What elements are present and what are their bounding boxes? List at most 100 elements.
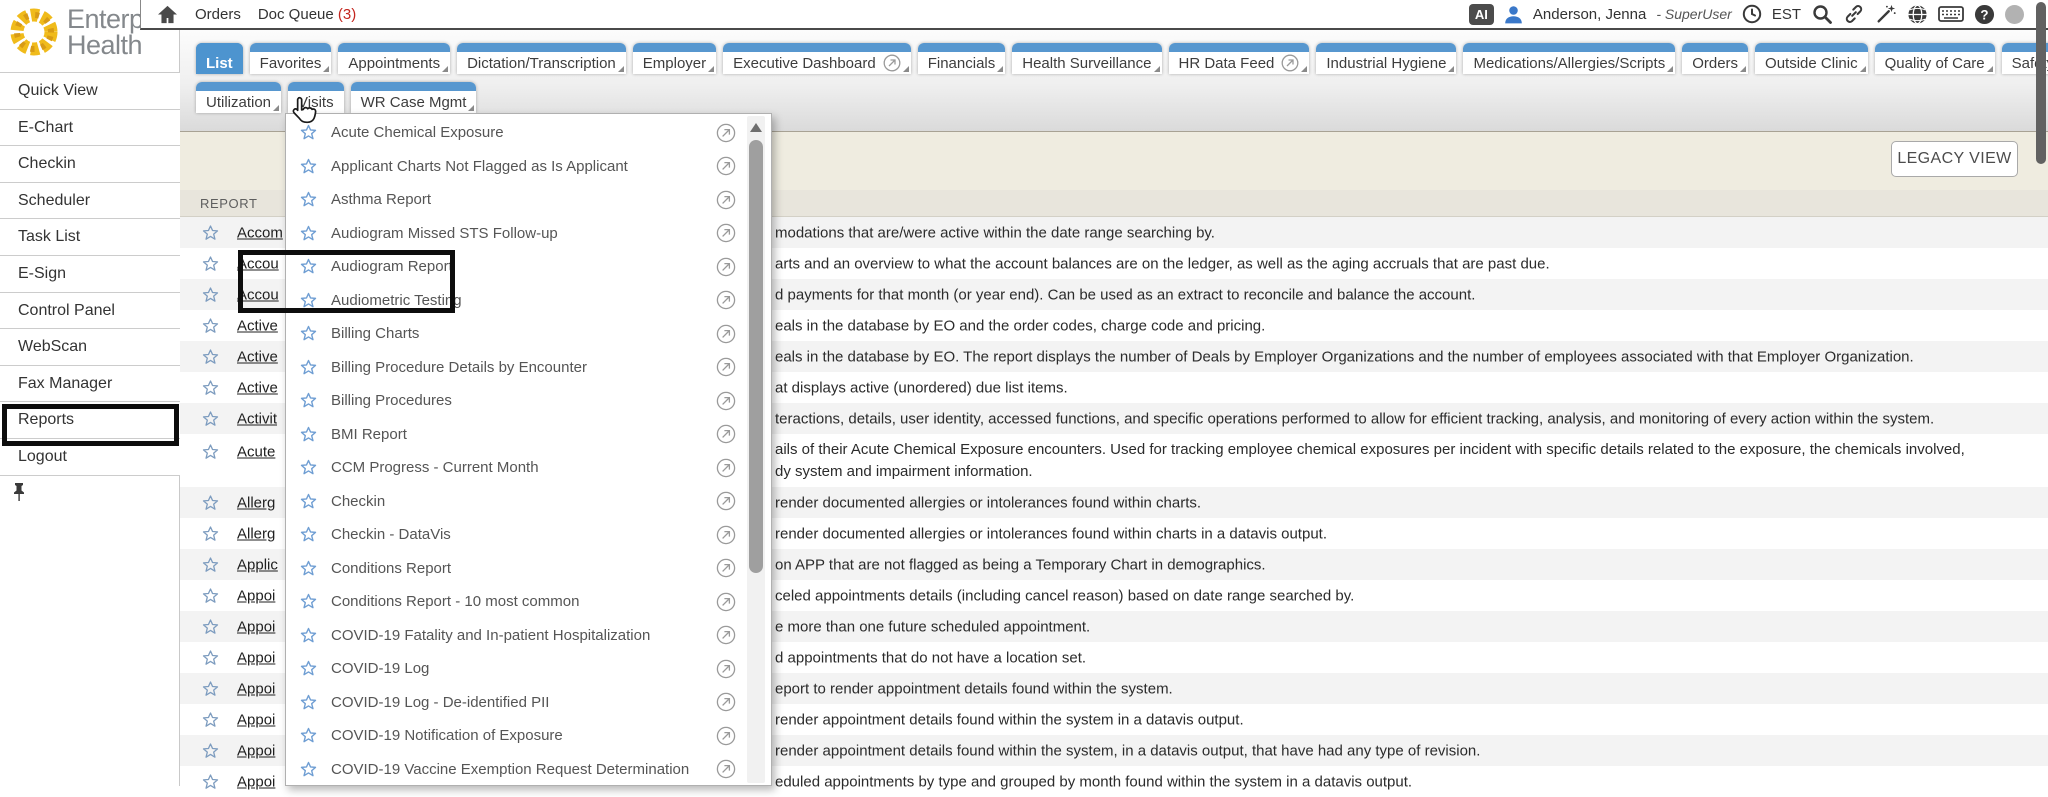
help-icon[interactable]: ? [1974,4,1995,25]
favorite-star-icon[interactable] [300,392,317,409]
dropdown-report-item[interactable]: Asthma Report [286,183,746,217]
clock-icon[interactable] [1742,4,1762,24]
open-report-icon[interactable] [716,156,736,176]
tab-wr-case-mgmt[interactable]: WR Case Mgmt [351,82,477,113]
open-report-icon[interactable] [716,726,736,746]
favorite-star-icon[interactable] [202,255,219,272]
favorite-star-icon[interactable] [202,587,219,604]
favorite-star-icon[interactable] [300,325,317,342]
open-report-icon[interactable] [716,759,736,779]
dropdown-report-item[interactable]: Audiogram Report [286,250,746,284]
report-link[interactable]: Appoi [237,680,275,697]
wand-icon[interactable] [1875,3,1897,25]
report-link[interactable]: Appoi [237,587,275,604]
globe-icon[interactable] [1907,4,1928,25]
dropdown-report-item[interactable]: Checkin - DataVis [286,518,746,552]
report-link[interactable]: Accou [237,255,279,272]
dropdown-report-item[interactable]: Audiogram Missed STS Follow-up [286,217,746,251]
legacy-view-button[interactable]: LEGACY VIEW [1891,141,2018,177]
open-report-icon[interactable] [716,458,736,478]
dropdown-report-item[interactable]: Conditions Report - 10 most common [286,585,746,619]
report-link[interactable]: Appoi [237,742,275,759]
dropdown-report-item[interactable]: Conditions Report [286,552,746,586]
favorite-star-icon[interactable] [300,359,317,376]
favorite-star-icon[interactable] [202,286,219,303]
dropdown-scrollbar[interactable] [747,116,765,783]
dropdown-report-item[interactable]: Audiometric Testing [286,284,746,318]
tab-visits[interactable]: Visits [288,82,344,113]
favorite-star-icon[interactable] [300,761,317,778]
tab-list[interactable]: List [196,43,243,74]
open-report-icon[interactable] [716,692,736,712]
sidebar-item[interactable]: Checkin [0,146,180,183]
sidebar-pin[interactable] [12,482,26,507]
tab-hr-data-feed[interactable]: HR Data Feed [1169,43,1310,74]
tab-employer[interactable]: Employer [633,43,716,74]
favorite-star-icon[interactable] [202,618,219,635]
report-link[interactable]: Allerg [237,494,275,511]
favorite-star-icon[interactable] [300,627,317,644]
open-report-icon[interactable] [716,391,736,411]
open-report-icon[interactable] [716,592,736,612]
tab-executive-dashboard[interactable]: Executive Dashboard [723,43,911,74]
favorite-star-icon[interactable] [202,348,219,365]
report-link[interactable]: Allerg [237,525,275,542]
favorite-star-icon[interactable] [300,493,317,510]
tab-industrial-hygiene[interactable]: Industrial Hygiene [1316,43,1456,74]
dropdown-report-item[interactable]: COVID-19 Log [286,652,746,686]
dropdown-report-item[interactable]: COVID-19 Notification of Exposure [286,719,746,753]
page-scrollbar[interactable] [2036,2,2046,164]
sidebar-item[interactable]: Quick View [0,73,180,110]
scroll-up-arrow[interactable] [750,123,762,132]
report-link[interactable]: Accom [237,224,283,241]
favorite-star-icon[interactable] [202,224,219,241]
tab-medications-allergies-scripts[interactable]: Medications/Allergies/Scripts [1463,43,1675,74]
tab-outside-clinic[interactable]: Outside Clinic [1755,43,1868,74]
home-icon[interactable] [157,5,178,24]
favorite-star-icon[interactable] [202,773,219,790]
favorite-star-icon[interactable] [300,158,317,175]
favorite-star-icon[interactable] [300,225,317,242]
link-icon[interactable] [1843,3,1865,25]
report-link[interactable]: Active [237,379,278,396]
report-link[interactable]: Accou [237,286,279,303]
tab-appointments[interactable]: Appointments [338,43,450,74]
open-report-icon[interactable] [716,257,736,277]
dropdown-report-item[interactable]: Checkin [286,485,746,519]
open-report-icon[interactable] [716,123,736,143]
favorite-star-icon[interactable] [300,426,317,443]
favorite-star-icon[interactable] [202,410,219,427]
favorite-star-icon[interactable] [202,556,219,573]
favorite-star-icon[interactable] [300,593,317,610]
dropdown-report-item[interactable]: Billing Procedure Details by Encounter [286,351,746,385]
favorite-star-icon[interactable] [202,494,219,511]
sidebar-item[interactable]: Control Panel [0,293,180,330]
dropdown-report-item[interactable]: COVID-19 Vaccine Exemption Request Deter… [286,753,746,787]
dropdown-report-item[interactable]: BMI Report [286,418,746,452]
report-link[interactable]: Appoi [237,773,275,790]
sidebar-item[interactable]: Fax Manager [0,366,180,403]
open-report-icon[interactable] [716,190,736,210]
report-link[interactable]: Appoi [237,618,275,635]
open-report-icon[interactable] [716,324,736,344]
ai-badge[interactable]: AI [1469,4,1494,25]
favorite-star-icon[interactable] [202,317,219,334]
nav-orders-link[interactable]: Orders [195,6,241,23]
dropdown-report-item[interactable]: CCM Progress - Current Month [286,451,746,485]
dropdown-report-item[interactable]: Billing Procedures [286,384,746,418]
report-link[interactable]: Applic [237,556,278,573]
tab-financials[interactable]: Financials [918,43,1006,74]
report-link[interactable]: Active [237,348,278,365]
sidebar-item[interactable]: Reports [0,402,180,439]
favorite-star-icon[interactable] [300,258,317,275]
scrollbar-thumb[interactable] [749,140,763,573]
favorite-star-icon[interactable] [202,649,219,666]
tab-health-surveillance[interactable]: Health Surveillance [1012,43,1161,74]
open-report-icon[interactable] [716,525,736,545]
nav-doc-queue-link[interactable]: Doc Queue (3) [258,6,356,23]
tab-quality-of-care[interactable]: Quality of Care [1875,43,1995,74]
sidebar-item[interactable]: Task List [0,219,180,256]
favorite-star-icon[interactable] [202,379,219,396]
dropdown-report-item[interactable]: COVID-19 Fatality and In-patient Hospita… [286,619,746,653]
favorite-star-icon[interactable] [202,680,219,697]
